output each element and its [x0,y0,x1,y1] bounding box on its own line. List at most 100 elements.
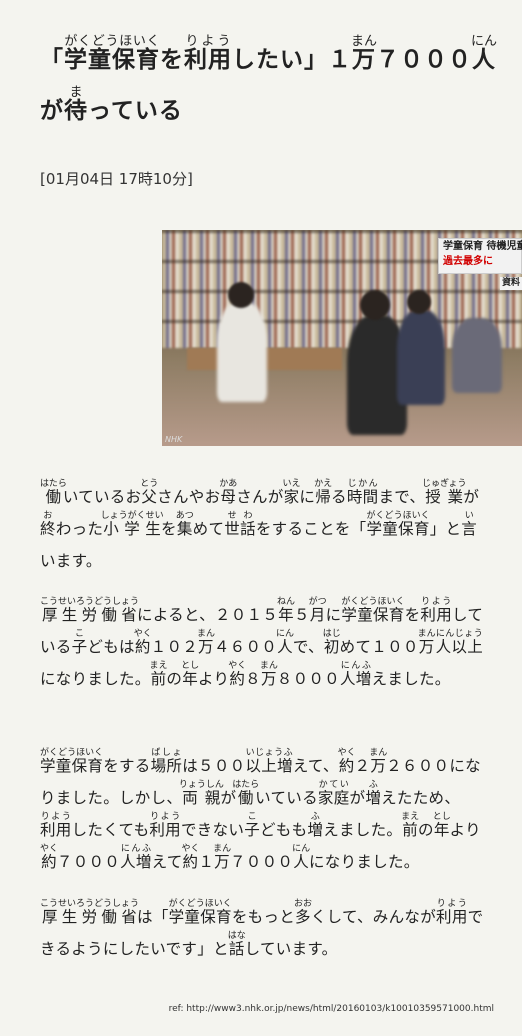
ruby-word: 初はじ [323,629,341,656]
paragraph-2: 厚生労働省こうせいろうどうしょうによると、２０１５年ねん５月がつに学童保育がくど… [40,597,485,695]
ruby-base: 両親 [178,789,224,807]
text-run: わった [55,520,104,538]
ruby-reading: にんふ [339,661,372,671]
ruby-reading: りよう [184,34,232,49]
ruby-reading: とし [432,812,451,822]
text-run: めて１００ [339,638,419,656]
ruby-reading: まん [417,629,436,639]
photo-caption-line2: 過去最多に [443,256,493,267]
ruby-reading: がくどうほいく [40,748,104,758]
text-run: ８０００ [276,670,340,688]
ruby-reading: にん [471,34,498,49]
ruby-word: 小学生しょうがくせい [100,511,164,538]
ruby-base: 万 [417,638,436,656]
photo-caption-sub: 資料 [500,277,522,290]
ruby-base: 子 [71,638,88,656]
ruby-word: 両親りょうしん [179,780,224,807]
ruby-word: 約やく [40,844,58,871]
ruby-base: 約 [337,757,356,775]
text-run: １０２ [150,638,199,656]
ruby-base: 年 [181,670,200,688]
text-run: したい」１ [232,47,352,73]
text-run: っている [88,98,183,124]
text-run: になりました。 [40,670,151,688]
ruby-reading: とう [140,479,159,489]
ruby-word: 学童保育がくどうほいく [341,597,404,624]
ruby-word: 人増にんふ [339,661,372,688]
ruby-reading: にん [275,629,294,639]
ruby-word: 多おお [293,899,312,926]
ruby-reading: いえ [282,479,301,489]
text-run: ７０００ [229,853,294,871]
ruby-reading: にん [292,844,311,854]
text-run: えて [151,853,183,871]
text-run: の [166,670,183,688]
ruby-base: 利用 [40,821,72,839]
ruby-base: 人 [471,47,497,73]
child-figure [397,310,445,405]
ruby-reading: はたら [232,780,260,790]
ruby-word: 時間じかん [346,479,379,506]
ruby-word: 人増にんふ [120,844,152,871]
ruby-base: 時間 [346,488,379,506]
ruby-base: 万 [351,47,377,73]
ruby-base: 学童保育 [64,47,160,73]
text-run: いている [255,789,318,807]
text-run: したくても [71,821,150,839]
text-run: に [299,488,316,506]
ruby-word: 利用りよう [149,812,181,839]
ruby-base: 利用 [149,821,181,839]
ruby-base: 学童保育 [366,520,430,538]
ruby-reading: まん [259,661,278,671]
ruby-reading: あつ [175,511,194,521]
ruby-word: 年とし [181,661,200,688]
text-run: ２ [354,757,371,775]
ruby-word: 授業じゅぎょう [422,479,467,506]
ruby-reading: お [40,511,56,521]
ruby-base: 前 [149,670,168,688]
ruby-word: 万まん [260,661,278,688]
article-dateline: [01月04日 17時10分] [40,170,193,188]
text-run: １ [198,853,215,871]
ruby-reading: がくどうほいく [366,511,430,521]
ruby-reading: りょうしん [178,780,224,790]
ruby-reading: りよう [40,812,72,822]
ruby-base: 子 [244,821,260,839]
ruby-base: 帰 [314,488,333,506]
ruby-reading: い [461,511,478,521]
ruby-reading: まん [196,629,215,639]
ruby-reading: ふ [365,780,382,790]
ruby-base: 人増 [339,670,372,688]
ruby-base: 万 [196,638,215,656]
ruby-reading: まん [213,844,232,854]
ruby-base: 小学生 [100,520,164,538]
ruby-word: 前まえ [149,661,168,688]
photo-watermark: NHK [165,435,183,444]
ruby-base: 人増 [120,853,152,871]
ruby-base: 多 [293,908,312,926]
text-run: ７０ [376,47,424,73]
text-run: を [404,606,421,624]
ruby-word: 家いえ [283,479,301,506]
ruby-reading: ばしょ [150,748,183,758]
ruby-word: 前まえ [401,812,419,839]
ruby-base: 年 [277,606,296,624]
text-run: 「 [40,47,64,73]
ruby-reading: いじょうふ [245,748,293,758]
source-reference: ref: http://www3.nhk.or.jp/news/html/201… [168,1004,494,1014]
ruby-word: 人にん [471,34,497,73]
ruby-base: 約 [40,853,58,871]
ruby-word: 場所ばしょ [151,748,183,775]
ruby-reading: はたら [40,479,67,489]
ruby-base: 厚生労働省 [40,606,140,624]
ruby-reading: じかん [346,479,379,489]
text-run: をする [103,757,151,775]
ruby-base: 言 [461,520,478,538]
child-head [360,290,390,320]
ruby-word: 話はな [228,931,246,958]
ruby-word: 家庭かてい [318,780,350,807]
ruby-word: 母かあ [219,479,237,506]
ruby-word: 万まん [369,748,387,775]
ruby-word: 学童保育がくどうほいく [64,34,160,73]
ruby-reading: やく [181,844,200,854]
